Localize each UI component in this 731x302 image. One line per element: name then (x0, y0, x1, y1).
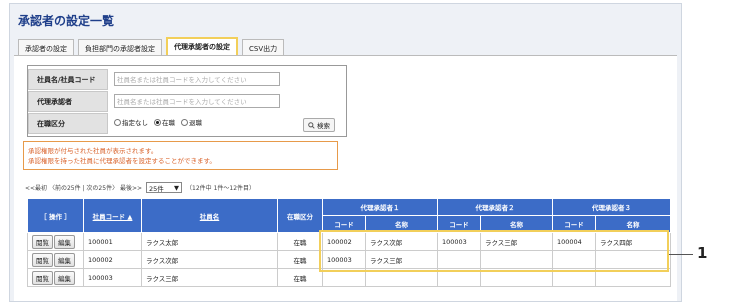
tab-bar: 承認者の設定 負担部門の承認者設定 代理承認者の設定 CSV出力 (18, 37, 285, 57)
cell-proxy3-code (552, 268, 596, 287)
header-employee-code[interactable]: 社員コード ▲ (83, 198, 142, 233)
pagination: <<最初 〈前の25件 | 次の25件〉 最後>> 25件 ▼ （12件中 1件… (25, 182, 255, 193)
cell-proxy3-code (552, 250, 596, 269)
search-button[interactable]: 検索 (303, 118, 335, 132)
search-form: 社員名/社員コード 社員名または社員コードを入力してください 代理承認者 社員名… (27, 65, 347, 137)
status-radio-unspecified[interactable]: 指定なし (114, 117, 148, 127)
status-radio-retired[interactable]: 退職 (181, 117, 202, 127)
page-title: 承認者の設定一覧 (18, 14, 115, 28)
cell-status: 在職 (277, 268, 323, 287)
cell-employee-code: 100002 (83, 250, 142, 269)
status-label: 在職区分 (28, 113, 108, 134)
callout-number: 1 (697, 244, 708, 262)
subheader-code: コード (437, 215, 481, 233)
cell-proxy2-name: ラクス三郎 (480, 232, 553, 251)
header-status: 在職区分 (277, 198, 323, 233)
cell-proxy3-name (595, 250, 671, 269)
edit-button[interactable]: 編集 (54, 234, 75, 249)
callout-line (669, 254, 693, 255)
cell-proxy2-code (437, 268, 481, 287)
radio-circle-icon (181, 118, 188, 126)
pagination-nav[interactable]: <<最初 〈前の25件 | 次の25件〉 最後>> (25, 183, 142, 192)
status-radio-employed[interactable]: 在職 (154, 117, 175, 127)
tab-proxy-approver-settings[interactable]: 代理承認者の設定 (166, 37, 238, 57)
search-icon (308, 121, 315, 129)
radio-circle-icon (114, 118, 121, 126)
search-row-status: 在職区分 指定なし 在職 退職 (28, 113, 346, 134)
tab-content: 社員名/社員コード 社員名または社員コードを入力してください 代理承認者 社員名… (14, 55, 677, 301)
cell-proxy2-name (480, 250, 553, 269)
cell-status: 在職 (277, 232, 323, 251)
chevron-down-icon: ▼ (174, 183, 180, 192)
view-button[interactable]: 閲覧 (32, 270, 53, 285)
view-button[interactable]: 閲覧 (32, 234, 53, 249)
proxy-search-input[interactable]: 社員名または社員コードを入力してください (114, 94, 280, 108)
cell-proxy1-code: 100002 (322, 232, 366, 251)
cell-proxy2-name (480, 268, 553, 287)
notice-line-2: 承認権限を持った社員に代理承認者を設定することができます。 (28, 157, 216, 165)
cell-status: 在職 (277, 250, 323, 269)
cell-employee-code: 100001 (83, 232, 142, 251)
subheader-name: 名称 (595, 215, 671, 233)
cell-proxy1-code (322, 268, 366, 287)
cell-proxy2-code (437, 250, 481, 269)
row-actions: 閲覧 編集 (27, 232, 84, 251)
cell-proxy1-name: ラクス三郎 (365, 250, 438, 269)
header-proxy-2: 代理承認者２ (437, 198, 553, 216)
header-ops: ［ 操作 ］ (27, 198, 84, 233)
row-actions: 閲覧 編集 (27, 250, 84, 269)
search-row-proxy: 代理承認者 社員名または社員コードを入力してください (28, 91, 346, 112)
table-row: 閲覧 編集 100001 ラクス太郎 在職 100002 ラクス次郎 100003… (27, 232, 671, 251)
view-button[interactable]: 閲覧 (32, 252, 53, 267)
cell-employee-code: 100003 (83, 268, 142, 287)
pagination-summary: （12件中 1件～12件目） (186, 185, 256, 192)
row-actions: 閲覧 編集 (27, 268, 84, 287)
employee-search-input[interactable]: 社員名または社員コードを入力してください (114, 72, 280, 86)
cell-proxy1-code: 100003 (322, 250, 366, 269)
settings-panel: 承認者の設定一覧 承認者の設定 負担部門の承認者設定 代理承認者の設定 CSV出… (9, 3, 682, 302)
employee-label: 社員名/社員コード (28, 69, 108, 90)
proxy-label: 代理承認者 (28, 91, 108, 112)
cell-proxy1-name (365, 268, 438, 287)
edit-button[interactable]: 編集 (54, 252, 75, 267)
cell-employee-name: ラクス三郎 (141, 268, 278, 287)
cell-employee-name: ラクス次郎 (141, 250, 278, 269)
notice-line-1: 承認権限が付与された社員が表示されます。 (28, 147, 158, 155)
subheader-code: コード (322, 215, 366, 233)
status-radio-group: 指定なし 在職 退職 (114, 117, 202, 127)
subheader-code: コード (552, 215, 596, 233)
cell-proxy1-name: ラクス次郎 (365, 232, 438, 251)
subheader-name: 名称 (480, 215, 553, 233)
page-size-select[interactable]: 25件 ▼ (146, 182, 183, 193)
table-row: 閲覧 編集 100002 ラクス次郎 在職 100003 ラクス三郎 (27, 250, 671, 269)
search-row-employee: 社員名/社員コード 社員名または社員コードを入力してください (28, 69, 346, 90)
edit-button[interactable]: 編集 (54, 270, 75, 285)
cell-employee-name: ラクス太郎 (141, 232, 278, 251)
approver-table: ［ 操作 ］ 社員コード ▲ 社員名 在職区分 代理承認者１ 代理承認者２ 代理… (27, 198, 671, 287)
cell-proxy3-code: 100004 (552, 232, 596, 251)
cell-proxy3-name (595, 268, 671, 287)
header-proxy-3: 代理承認者３ (552, 198, 671, 216)
radio-selected-icon (154, 118, 161, 126)
table-row: 閲覧 編集 100003 ラクス三郎 在職 (27, 268, 671, 287)
cell-proxy2-code: 100003 (437, 232, 481, 251)
notice-box: 承認権限が付与された社員が表示されます。 承認権限を持った社員に代理承認者を設定… (23, 141, 338, 170)
cell-proxy3-name: ラクス四郎 (595, 232, 671, 251)
subheader-name: 名称 (365, 215, 438, 233)
header-proxy-1: 代理承認者１ (322, 198, 438, 216)
header-employee-name[interactable]: 社員名 (141, 198, 278, 233)
